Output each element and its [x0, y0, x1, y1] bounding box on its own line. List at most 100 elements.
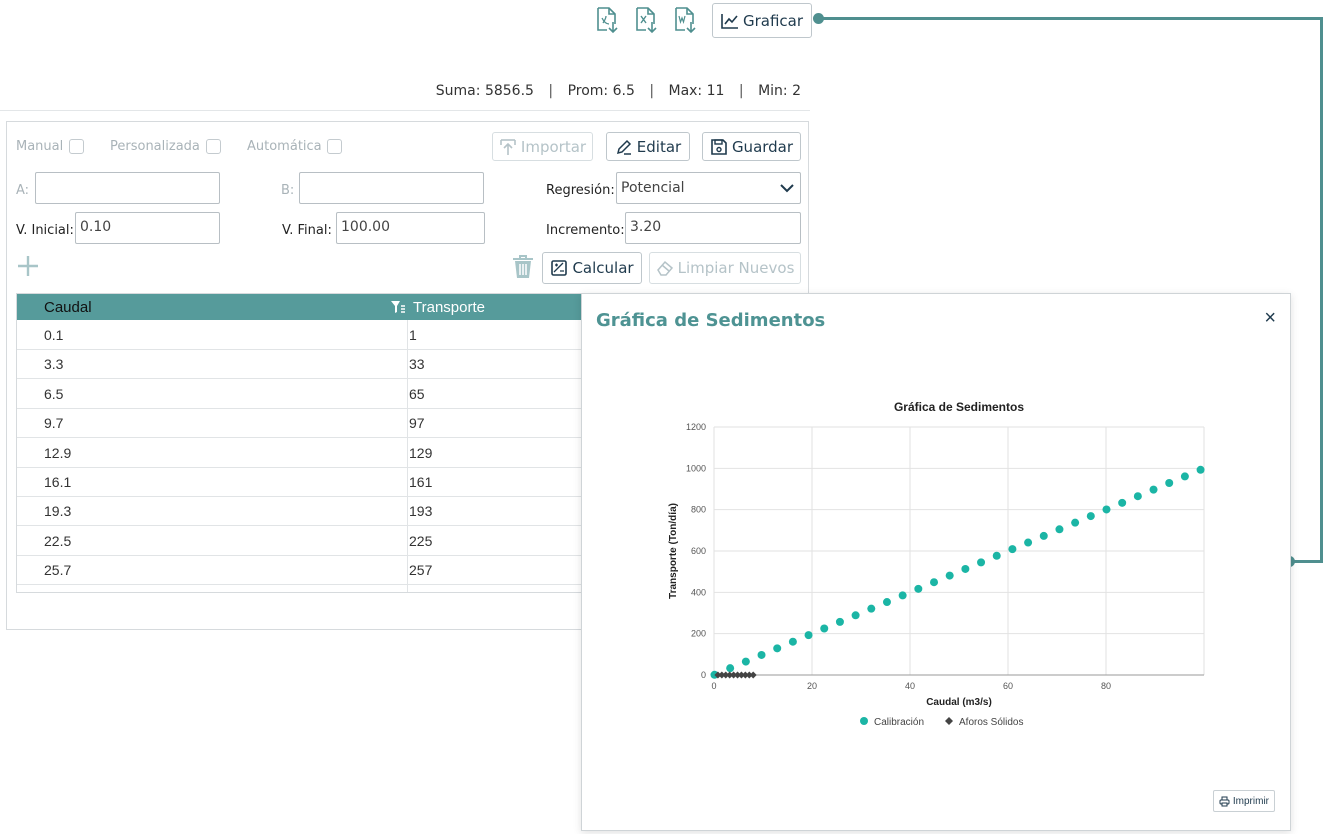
graph-button-label: Graficar [742, 11, 804, 30]
pdf-download-icon[interactable] [595, 6, 619, 34]
initial-value-input[interactable]: 0.10 [75, 212, 220, 244]
calibration-point [945, 571, 954, 580]
calibration-point [820, 624, 829, 633]
auto-checkbox[interactable] [327, 139, 342, 154]
increment-input[interactable]: 3.20 [625, 212, 801, 244]
regression-select[interactable]: Potencial [616, 172, 801, 204]
print-button[interactable]: Imprimir [1212, 790, 1275, 812]
regression-label: Regresión: [546, 183, 615, 198]
table-row[interactable]: 9.7 97 [17, 408, 609, 439]
cell-transporte: 97 [409, 415, 425, 432]
cell-caudal: 0.1 [44, 327, 64, 343]
add-icon[interactable] [16, 254, 40, 278]
calibration-point [882, 598, 891, 607]
x-axis-label: Caudal (m3/s) [926, 697, 992, 708]
calibration-point [1102, 505, 1111, 514]
y-tick-label: 200 [691, 629, 706, 639]
y-tick-label: 400 [691, 587, 706, 597]
table-row[interactable]: 0.1 1 [17, 320, 609, 350]
cell-transporte: 129 [409, 444, 433, 461]
y-axis-label: Transporte (Ton/día) [668, 503, 679, 599]
table-row[interactable]: 12.9 129 [17, 438, 609, 468]
clear-new-button[interactable]: Limpiar Nuevos [649, 252, 801, 284]
initial-value-label: V. Inicial: [16, 223, 74, 238]
cell-caudal: 16.1 [44, 474, 72, 490]
x-tick-label: 40 [905, 681, 915, 691]
line-chart-icon [721, 13, 738, 29]
print-button-label: Imprimir [1232, 795, 1269, 807]
stats-bar: Suma: 5856.5 | Prom: 6.5 | Max: 11 | Min… [435, 83, 801, 99]
avg-value: 6.5 [612, 83, 635, 99]
calibration-point [1165, 479, 1174, 488]
legend-marker-calibration [860, 717, 868, 725]
max-value: 11 [706, 83, 725, 99]
calibration-point [914, 584, 923, 593]
final-value-input[interactable]: 100.00 [336, 212, 485, 244]
custom-checkbox[interactable] [206, 139, 221, 154]
pencil-icon [616, 139, 631, 155]
calibration-point [1039, 531, 1048, 540]
modal-title: Gráfica de Sedimentos [596, 310, 826, 331]
calibration-point [1024, 538, 1033, 547]
legend-label-calibration: Calibración [874, 717, 924, 728]
word-download-icon[interactable] [673, 6, 697, 34]
a-label: A: [16, 183, 30, 198]
manual-label: Manual [16, 139, 64, 154]
sediment-chart: Gráfica de Sedimentos0200400600800100012… [668, 400, 1205, 728]
cell-caudal: 3.3 [44, 356, 64, 373]
calibration-point [1086, 512, 1095, 521]
chevron-down-icon [780, 184, 794, 193]
chart-modal: Gráfica de Sedimentos × Gráfica de Sedim… [581, 293, 1291, 831]
column-header-transporte[interactable]: Transporte [413, 299, 485, 316]
excel-download-icon[interactable] [634, 6, 658, 34]
cell-caudal: 6.5 [44, 385, 64, 402]
increment-label: Incremento: [546, 223, 625, 238]
cell-caudal: 25.7 [44, 562, 72, 579]
printer-icon [1219, 796, 1230, 806]
calibration-point [898, 591, 907, 600]
trash-icon[interactable] [511, 254, 535, 280]
calibration-point [1071, 518, 1080, 527]
close-icon[interactable]: × [1264, 308, 1276, 328]
avg-label: Prom: [567, 83, 609, 99]
a-input[interactable] [35, 172, 220, 204]
calibration-point [788, 637, 797, 646]
save-button[interactable]: Guardar [702, 132, 801, 161]
calibration-point [835, 617, 844, 626]
aforos-point [749, 671, 757, 679]
sum-value: 5856.5 [484, 83, 534, 99]
calibration-point [1008, 545, 1017, 554]
manual-checkbox[interactable] [69, 139, 84, 154]
connector-line [819, 17, 1322, 20]
calibration-point [867, 604, 876, 613]
graph-button[interactable]: Graficar [712, 3, 812, 38]
calibration-point [726, 664, 735, 673]
calibration-point [851, 611, 860, 620]
connector-dot-start [813, 13, 824, 24]
b-input[interactable] [299, 172, 484, 204]
b-label: B: [281, 183, 295, 198]
table-row[interactable]: 3.3 33 [17, 349, 609, 380]
x-tick-label: 0 [711, 681, 716, 691]
calibration-point [930, 578, 939, 587]
cell-caudal: 19.3 [44, 503, 72, 520]
import-button[interactable]: Importar [492, 132, 593, 161]
table-row[interactable]: 25.7 257 [17, 555, 609, 586]
edit-button-label: Editar [636, 137, 682, 156]
table-row[interactable]: 19.3 193 [17, 496, 609, 527]
min-value: 2 [792, 83, 801, 99]
table-row[interactable]: 16.1 161 [17, 467, 609, 497]
table-row[interactable]: 22.5 225 [17, 526, 609, 556]
data-table: Caudal Transporte 0.1 1 3.3 33 6.5 65 9.7 97 12.… [16, 293, 610, 593]
chart-title: Gráfica de Sedimentos [894, 400, 1024, 414]
calculate-button[interactable]: Calcular [542, 252, 642, 284]
edit-button[interactable]: Editar [606, 132, 690, 161]
cell-transporte: 225 [409, 532, 433, 549]
filter-icon[interactable] [390, 299, 406, 315]
x-tick-label: 60 [1003, 681, 1013, 691]
calibration-point [977, 558, 986, 567]
table-row[interactable]: 6.5 65 [17, 379, 609, 409]
y-tick-label: 0 [701, 670, 706, 680]
column-header-caudal[interactable]: Caudal [44, 299, 92, 316]
connector-line-vertical [1320, 17, 1323, 563]
